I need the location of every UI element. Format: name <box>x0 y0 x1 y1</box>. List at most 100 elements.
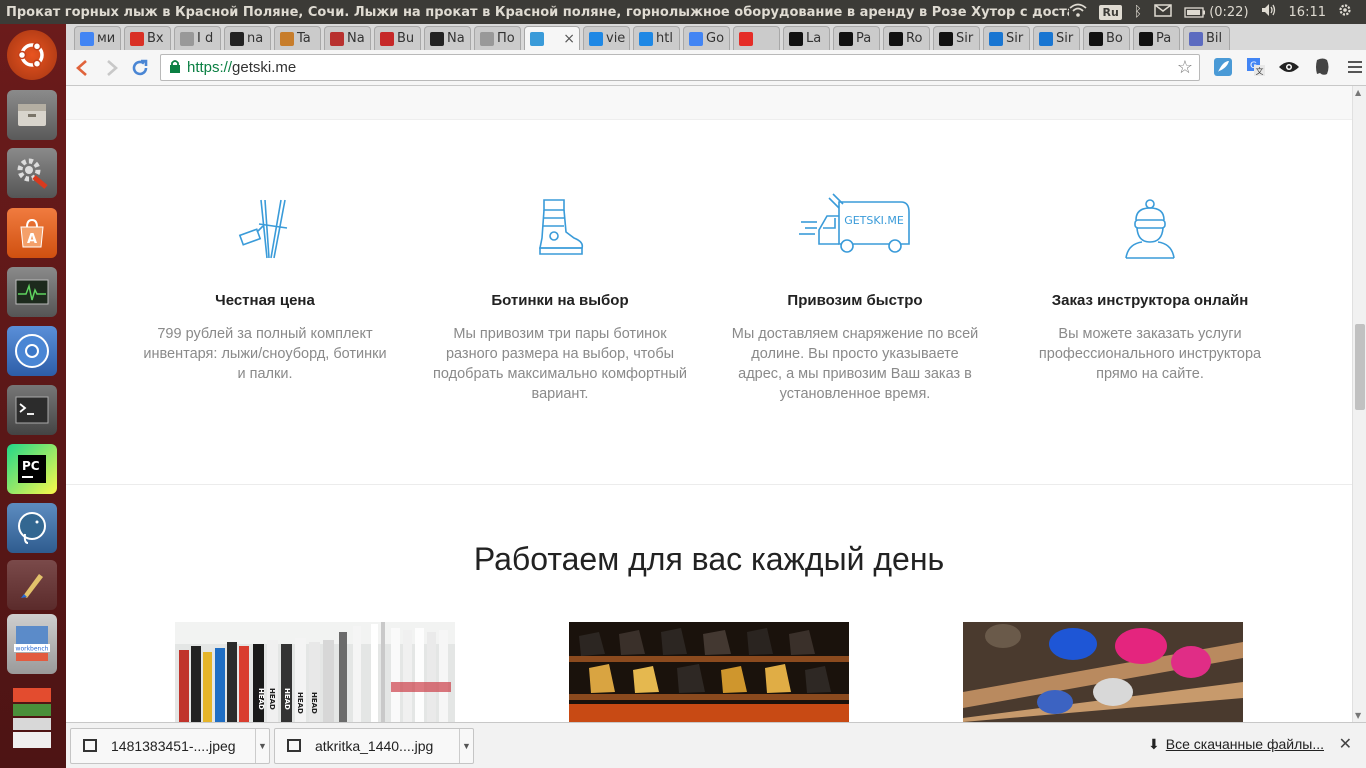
tab[interactable]: I d <box>174 26 221 50</box>
launcher-settings-icon[interactable] <box>7 148 57 198</box>
tab-label: Na <box>447 31 465 46</box>
svg-text:A: A <box>27 232 37 247</box>
tab[interactable]: Pa <box>833 26 880 50</box>
close-shelf-icon[interactable]: ✕ <box>1339 734 1352 753</box>
tab[interactable]: ми <box>74 26 121 50</box>
tab[interactable]: По <box>474 26 521 50</box>
page-viewport: Честная цена 799 рублей за полный компле… <box>66 86 1352 722</box>
scrollbar-thumb[interactable] <box>1355 324 1365 410</box>
launcher-system-monitor-icon[interactable] <box>7 267 57 317</box>
w-icon <box>889 31 903 46</box>
tab-label: vie <box>606 31 626 46</box>
tab-label: Pa <box>856 31 872 46</box>
bookmark-star-icon[interactable]: ☆ <box>1177 57 1193 78</box>
skis-rack-photo: HEAD HEAD HEAD HEAD HEAD <box>175 622 455 722</box>
launcher-software-center-icon[interactable]: A <box>7 208 57 258</box>
ubuntu-logo-icon <box>17 42 44 68</box>
tab[interactable]: Sir <box>1033 26 1080 50</box>
launcher-pgadmin-icon[interactable] <box>7 503 57 553</box>
tab[interactable]: Bil <box>1183 26 1230 50</box>
show-all-downloads-link[interactable]: ⬇ Все скачанные файлы... <box>1148 736 1324 753</box>
bil-icon <box>1189 31 1203 46</box>
battery-indicator[interactable]: (0:22) <box>1184 5 1249 20</box>
boots-shelf-photo <box>569 622 849 722</box>
launcher-chromium-icon[interactable] <box>7 326 57 376</box>
tab[interactable]: na <box>224 26 271 50</box>
svg-text:文: 文 <box>1256 66 1264 76</box>
launcher-files-icon[interactable] <box>7 90 57 140</box>
page-scrollbar[interactable]: ▲ ▼ <box>1352 86 1366 722</box>
tab-label: Sir <box>956 31 974 46</box>
launcher-stacked-apps-icon[interactable] <box>7 684 57 754</box>
tab-label: htl <box>656 31 673 46</box>
tab[interactable]: Ta <box>274 26 321 50</box>
bag-icon <box>280 31 294 46</box>
volume-icon[interactable] <box>1261 3 1277 21</box>
wifi-icon[interactable] <box>1069 3 1088 21</box>
photo-brand-text: HEAD <box>283 688 291 710</box>
page-icon <box>480 31 494 46</box>
tab[interactable]: La <box>783 26 830 50</box>
launcher-ubuntu-button[interactable] <box>7 30 57 80</box>
secure-lock-icon[interactable] <box>169 59 181 76</box>
tab[interactable]: htl <box>633 26 680 50</box>
launcher-paint-icon[interactable] <box>7 560 57 610</box>
tab[interactable]: Bo <box>1083 26 1130 50</box>
tab[interactable]: Bu <box>374 26 421 50</box>
keyboard-layout-indicator[interactable]: Ru <box>1099 4 1122 20</box>
download-menu-caret-icon[interactable]: ▼ <box>255 728 269 763</box>
browser-menu-icon[interactable] <box>1344 56 1366 78</box>
tab-label: La <box>806 31 822 46</box>
tab-label: Go <box>706 31 725 46</box>
launcher-mysql-workbench-icon[interactable]: workbench <box>7 614 57 674</box>
photo-brand-text: HEAD <box>310 692 318 714</box>
extension-feather-icon[interactable] <box>1212 56 1234 78</box>
tab[interactable]: Go <box>683 26 730 50</box>
download-item[interactable]: atkritka_1440....jpg ▼ <box>274 727 474 764</box>
extension-google-translate-icon[interactable]: G文 <box>1245 56 1267 78</box>
photo-brand-text: HEAD <box>268 688 276 710</box>
feature-text: Мы привозим три пары ботинок разного раз… <box>433 326 687 402</box>
tab[interactable]: vie <box>583 26 630 50</box>
reload-icon <box>132 59 148 76</box>
mail-icon[interactable] <box>1154 3 1172 21</box>
feature-title: Ботинки на выбор <box>491 292 629 309</box>
launcher-terminal-icon[interactable] <box>7 385 57 435</box>
download-filename: atkritka_1440....jpg <box>315 737 434 754</box>
feature-text: Мы доставляем снаряжение по всей долине.… <box>731 326 979 402</box>
back-button[interactable] <box>68 54 96 82</box>
tab-active[interactable]: × <box>524 26 580 50</box>
tab[interactable]: Sir <box>983 26 1030 50</box>
tab[interactable]: Na <box>324 26 371 50</box>
tab[interactable]: Sir <box>933 26 980 50</box>
extension-eye-icon[interactable] <box>1278 56 1300 78</box>
address-bar[interactable]: https:// getski.me ☆ <box>160 54 1200 81</box>
back-arrow-icon <box>76 60 87 76</box>
power-gear-icon[interactable] <box>1338 3 1352 21</box>
forward-button[interactable] <box>98 54 126 82</box>
tab[interactable] <box>733 26 780 50</box>
bluetooth-icon[interactable]: ᛒ <box>1134 4 1142 20</box>
download-menu-caret-icon[interactable]: ▼ <box>459 728 473 763</box>
tab-label: Sir <box>1006 31 1024 46</box>
scroll-up-arrow-icon[interactable]: ▲ <box>1355 88 1361 97</box>
reload-button[interactable] <box>126 54 154 82</box>
download-item[interactable]: 1481383451-....jpeg ▼ <box>70 727 270 764</box>
tab[interactable]: Na <box>424 26 471 50</box>
close-tab-icon[interactable]: × <box>563 31 575 47</box>
unity-launcher: A PC workbench <box>0 24 66 768</box>
extension-evernote-icon[interactable] <box>1311 56 1333 78</box>
tab-label: Bo <box>1106 31 1123 46</box>
tab[interactable]: Ro <box>883 26 930 50</box>
photo-brand-text: HEAD <box>296 692 304 714</box>
gear-icon <box>589 31 603 46</box>
drop-icon <box>1039 31 1053 46</box>
url-scheme: https:// <box>187 59 233 76</box>
launcher-pycharm-icon[interactable]: PC <box>7 444 57 494</box>
tab-label: Na <box>347 31 365 46</box>
tab[interactable]: Вх <box>124 26 171 50</box>
svg-text:workbench: workbench <box>16 646 49 653</box>
tab[interactable]: Pa <box>1133 26 1180 50</box>
clock[interactable]: 16:11 <box>1289 5 1326 20</box>
scroll-down-arrow-icon[interactable]: ▼ <box>1355 711 1361 720</box>
